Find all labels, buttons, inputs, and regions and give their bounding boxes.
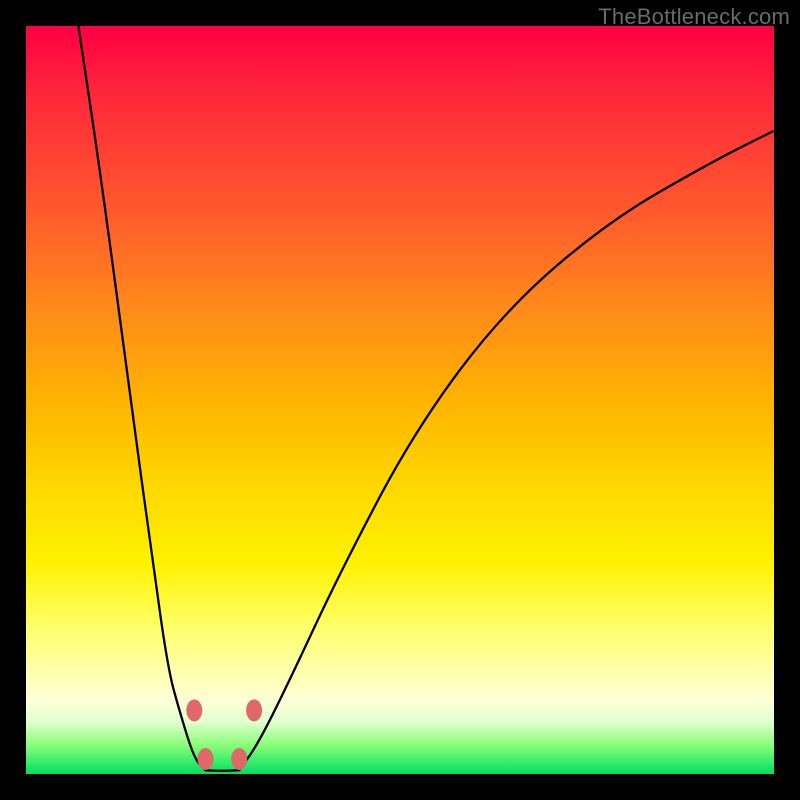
curve-bead [246,699,262,721]
curve-bead [231,748,247,770]
chart-plot-area [26,26,774,774]
bottleneck-curve [26,26,774,774]
curve-bead [186,699,202,721]
curve-bead [198,748,214,770]
watermark-text: TheBottleneck.com [598,4,790,30]
curve-path [78,26,774,771]
curve-beads [186,699,262,770]
